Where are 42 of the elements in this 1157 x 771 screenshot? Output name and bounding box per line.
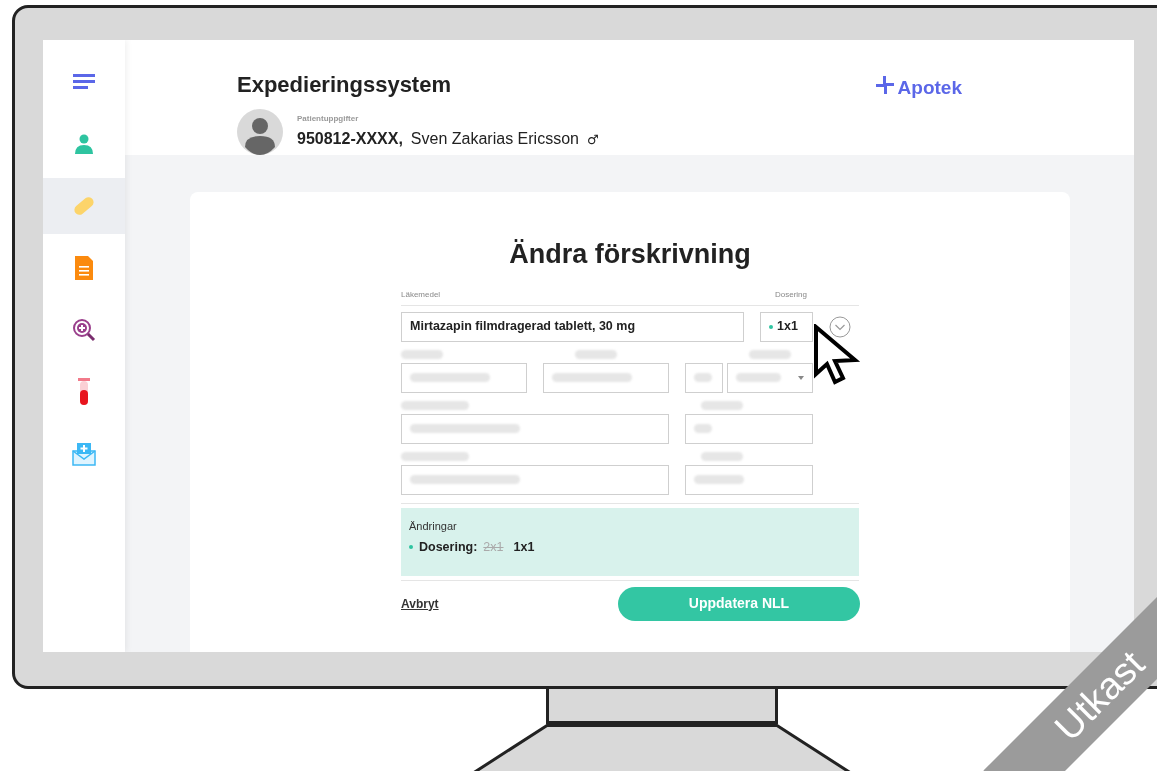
- change-label: Dosering:: [419, 539, 478, 556]
- blurred-field[interactable]: [543, 362, 669, 393]
- cancel-link[interactable]: Avbryt: [401, 594, 439, 613]
- blurred-field[interactable]: [685, 362, 723, 393]
- blurred-text: [401, 400, 469, 410]
- test-tube-icon[interactable]: [78, 378, 90, 406]
- blurred-text: [701, 400, 743, 410]
- blurred-field[interactable]: [401, 464, 669, 495]
- blurred-field[interactable]: [685, 413, 813, 444]
- menu-icon[interactable]: [73, 74, 95, 90]
- zoom-in-icon[interactable]: [72, 318, 96, 342]
- field-label: Läkemedel: [401, 288, 441, 301]
- dosage-field[interactable]: 1x1: [760, 311, 813, 342]
- patient-label: Patientuppgifter: [297, 113, 360, 125]
- medicine-field[interactable]: Mirtazapin filmdragerad tablett, 30 mg: [401, 311, 744, 342]
- old-value: 2x1: [483, 539, 504, 556]
- bullet-icon: [409, 545, 413, 550]
- field-label: Dosering: [775, 288, 807, 301]
- dialog-title: Ändra förskrivning: [509, 238, 751, 271]
- patient-name: Sven Zakarias Ericsson: [410, 129, 579, 149]
- new-value: 1x1: [513, 539, 535, 556]
- blurred-field[interactable]: [401, 413, 669, 444]
- patient-id: 950812-XXXX,: [297, 129, 403, 149]
- blurred-text: [401, 349, 443, 359]
- caret-icon: [798, 375, 804, 380]
- blurred-text: [401, 451, 469, 461]
- gender-symbol: ♂: [586, 131, 599, 149]
- mail-icon[interactable]: [72, 442, 96, 466]
- document-icon[interactable]: [75, 256, 93, 280]
- avatar-icon: [237, 109, 283, 155]
- blurred-field[interactable]: [401, 362, 527, 393]
- chevron-down-icon[interactable]: [829, 315, 851, 338]
- changes-heading: Ändringar: [409, 518, 458, 534]
- blurred-text: [701, 451, 743, 461]
- app-title: Expedieringssystem: [237, 71, 452, 99]
- blurred-field[interactable]: [727, 362, 813, 393]
- blurred-text: [575, 349, 617, 359]
- brand-name: Apotek: [897, 76, 962, 100]
- cross-logo-icon: [875, 76, 894, 94]
- person-icon[interactable]: [75, 134, 93, 154]
- blurred-text: [749, 349, 791, 359]
- blurred-field[interactable]: [685, 464, 813, 495]
